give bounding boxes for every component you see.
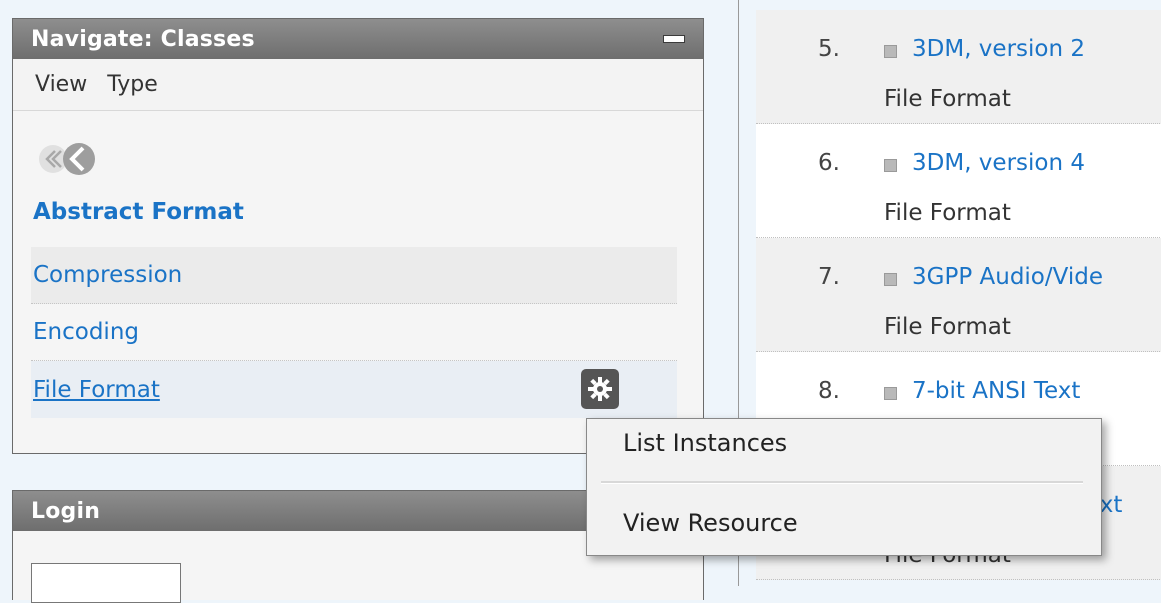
minimize-icon[interactable] — [663, 35, 685, 43]
subclass-item-compression[interactable]: Compression — [31, 247, 677, 304]
result-title-link[interactable]: 7-bit ANSI Text — [912, 378, 1080, 404]
menu-item-view-resource[interactable]: View Resource — [623, 509, 798, 537]
expand-icon[interactable] — [884, 273, 897, 286]
result-type: File Format — [884, 314, 1011, 340]
result-title-link[interactable]: 3DM, version 4 — [912, 150, 1085, 176]
subclass-item-file-format[interactable]: File Format — [31, 361, 677, 418]
back-arrows-icon[interactable] — [33, 137, 103, 181]
gear-icon[interactable] — [581, 369, 619, 409]
subclass-item-encoding[interactable]: Encoding — [31, 304, 677, 361]
panel-header: Navigate: Classes — [13, 19, 703, 59]
gear-glyph-icon — [588, 377, 612, 401]
result-item: 6. 3DM, version 4 File Format — [756, 124, 1161, 238]
result-type: File Format — [884, 200, 1011, 226]
menu-separator — [601, 481, 1083, 484]
subclass-label: Encoding — [33, 319, 139, 345]
menu-item-list-instances[interactable]: List Instances — [623, 429, 787, 457]
menu-bar: View Type — [13, 59, 703, 111]
result-item: 7. 3GPP Audio/Vide File Format — [756, 238, 1161, 352]
result-number: 8. — [818, 378, 840, 404]
subclass-label: File Format — [33, 376, 160, 403]
menu-type[interactable]: Type — [107, 72, 158, 97]
context-menu: List Instances View Resource — [586, 418, 1102, 556]
result-number: 6. — [818, 150, 840, 176]
navigate-classes-panel: Navigate: Classes View Type Abstract For… — [12, 18, 704, 454]
subclass-list: Compression Encoding File Format — [31, 247, 677, 418]
subclass-label: Compression — [33, 262, 183, 288]
panel-title: Login — [31, 498, 101, 524]
expand-icon[interactable] — [884, 159, 897, 172]
menu-view[interactable]: View — [35, 72, 87, 97]
result-item: 5. 3DM, version 2 File Format — [756, 10, 1161, 124]
login-input[interactable] — [31, 563, 181, 603]
result-type: File Format — [884, 86, 1011, 112]
result-number: 5. — [818, 36, 840, 62]
parent-class-link[interactable]: Abstract Format — [33, 199, 244, 225]
result-number: 7. — [818, 264, 840, 290]
panel-title: Navigate: Classes — [31, 26, 255, 52]
expand-icon[interactable] — [884, 387, 897, 400]
result-title-link[interactable]: 3DM, version 2 — [912, 36, 1085, 62]
expand-icon[interactable] — [884, 45, 897, 58]
result-title-link[interactable]: 3GPP Audio/Vide — [912, 264, 1103, 290]
